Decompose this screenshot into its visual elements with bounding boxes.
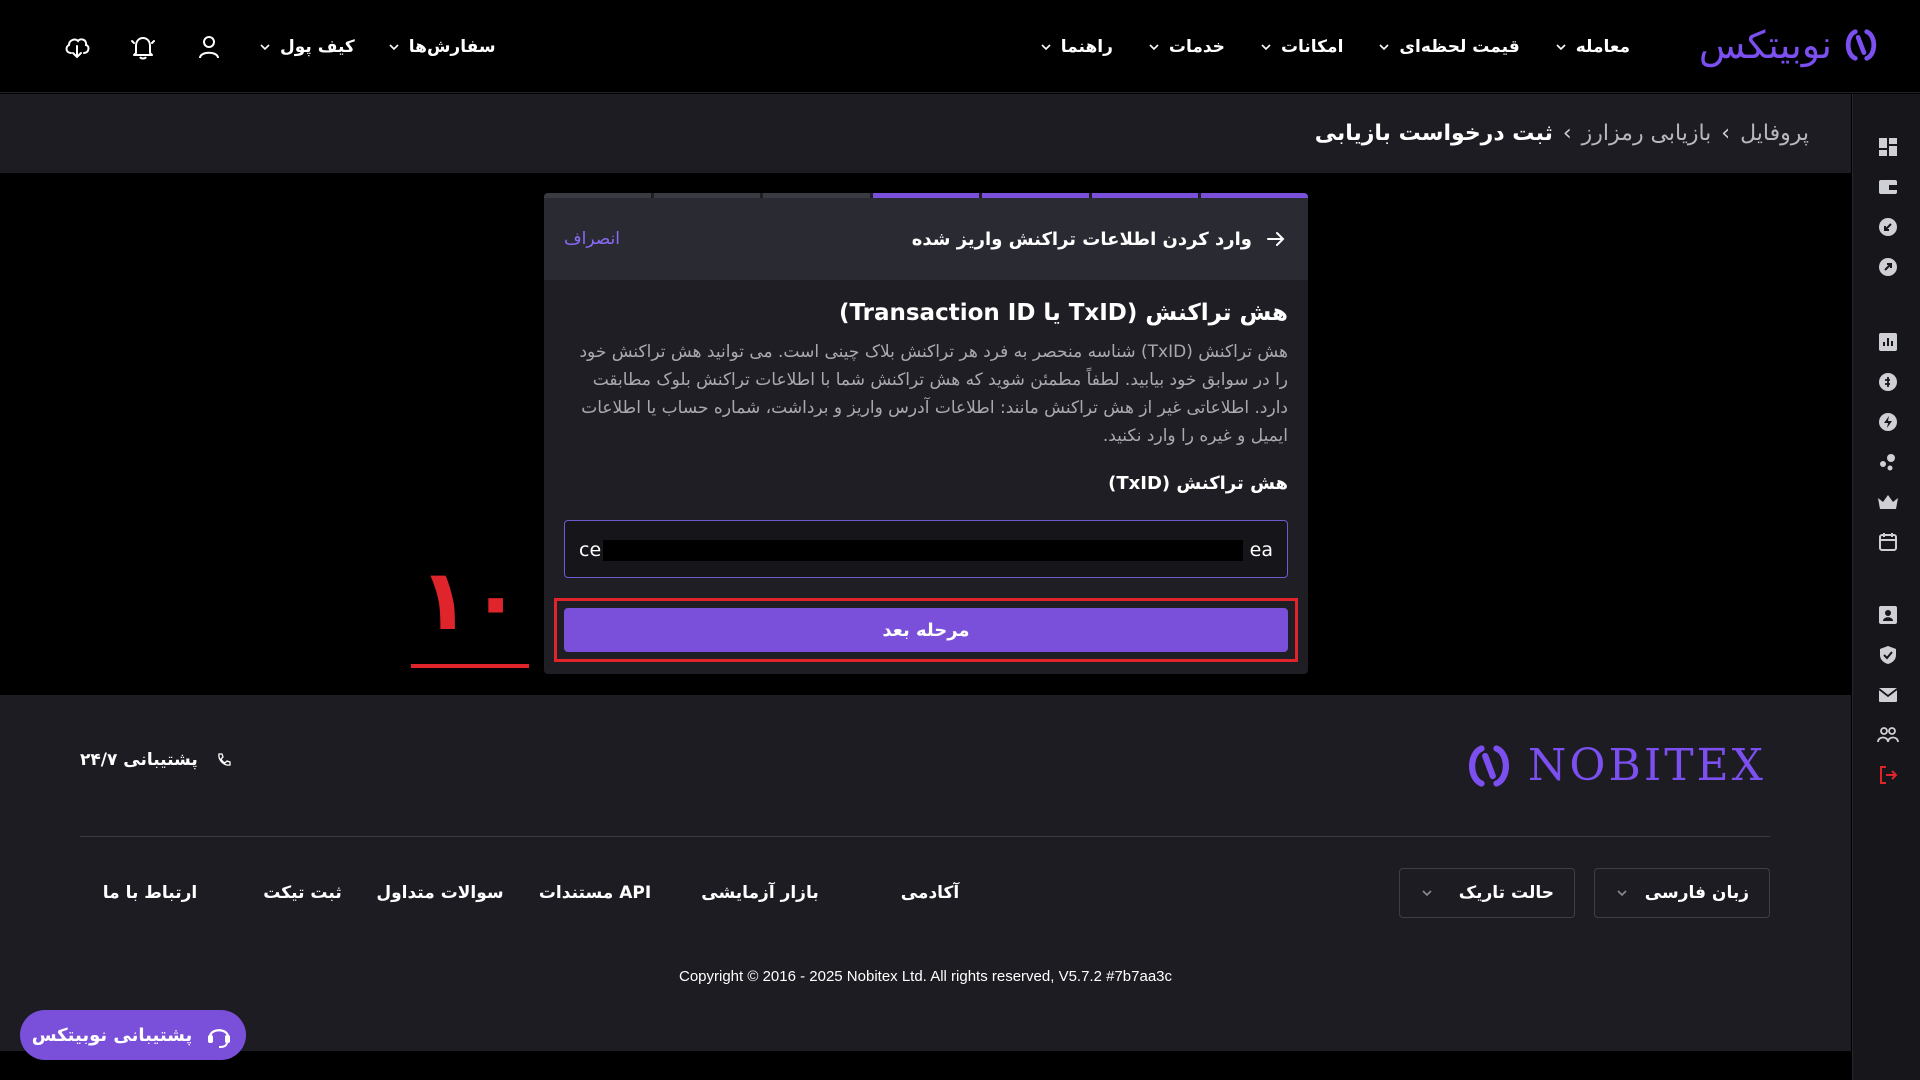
nav-label: معامله xyxy=(1575,36,1630,57)
chart-icon[interactable] xyxy=(1877,331,1899,353)
redacted-value xyxy=(603,540,1243,561)
cloud-download-icon xyxy=(65,37,90,58)
nav-item-wallet[interactable]: کیف پول xyxy=(258,37,355,57)
brand-name: نوبیتکس xyxy=(1698,23,1832,67)
dialog-body: هش تراکنش (TxID یا Transaction ID) هش تر… xyxy=(564,298,1288,496)
share-icon[interactable] xyxy=(1877,451,1899,473)
language-value: زبان فارسی xyxy=(1644,883,1749,903)
input-value-end: ea xyxy=(1249,539,1273,561)
nobitex-logo-icon xyxy=(1468,744,1509,787)
phone-icon xyxy=(218,753,231,766)
breadcrumb-current: ثبت درخواست بازیابی xyxy=(1314,121,1553,146)
language-select[interactable]: زبان فارسی xyxy=(1594,868,1770,918)
chevron-down-icon xyxy=(1379,43,1389,50)
withdraw-icon[interactable] xyxy=(1877,256,1899,278)
top-bar: نوبیتکس معامله قیمت لحظه‌ای امکانات خدما… xyxy=(0,0,1920,93)
side-menu xyxy=(1852,94,1920,1080)
txid-field-label: هش تراکنش (TxID) xyxy=(1108,473,1288,494)
download-app-button[interactable] xyxy=(60,30,94,64)
footer-link-test-market[interactable]: بازار آزمایشی xyxy=(700,878,820,908)
footer-link-academy[interactable]: آکادمی xyxy=(880,878,980,908)
chevron-down-icon xyxy=(1261,43,1271,50)
txid-input[interactable]: ce ea xyxy=(564,520,1288,578)
main-nav: معامله قیمت لحظه‌ای امکانات خدمات راهنما xyxy=(1039,0,1630,93)
nav-label: راهنما xyxy=(1060,36,1113,57)
profile-button[interactable] xyxy=(192,30,226,64)
chevron-left-icon: ‹ xyxy=(1562,121,1572,146)
chevron-down-icon xyxy=(1041,43,1051,50)
calendar-icon[interactable] xyxy=(1877,531,1899,553)
theme-select[interactable]: حالت تاریک xyxy=(1399,868,1575,918)
txid-dialog: وارد کردن اطلاعات تراکنش واریز شده انصرا… xyxy=(544,193,1308,674)
chevron-down-icon xyxy=(1422,890,1432,897)
user-nav: کیف پول سفارش‌ها xyxy=(60,0,496,93)
input-value-start: ce xyxy=(579,539,602,561)
footer-link-ticket[interactable]: ثبت تیکت xyxy=(255,878,350,908)
users-icon[interactable] xyxy=(1877,724,1899,746)
annotation-underline xyxy=(411,664,529,668)
nav-label: خدمات xyxy=(1168,36,1225,57)
coins-icon[interactable] xyxy=(1877,371,1899,393)
wallet-icon[interactable] xyxy=(1877,176,1899,198)
breadcrumb-band: پروفایل ‹ بازیابی رمزارز ‹ ثبت درخواست ب… xyxy=(0,94,1851,173)
arrow-right-icon[interactable] xyxy=(1266,229,1286,249)
support-247[interactable]: پشتیبانی ۲۴/۷ xyxy=(80,750,232,770)
nav-item-help[interactable]: راهنما xyxy=(1039,37,1113,57)
next-step-button[interactable]: مرحله بعد xyxy=(564,608,1288,652)
dashboard-icon[interactable] xyxy=(1877,136,1899,158)
notifications-button[interactable] xyxy=(126,30,160,64)
chevron-down-icon xyxy=(1149,43,1159,50)
deposit-icon[interactable] xyxy=(1877,216,1899,238)
footer-divider xyxy=(80,836,1770,837)
nav-item-services[interactable]: خدمات xyxy=(1147,37,1225,57)
user-icon xyxy=(199,35,219,58)
support-label: پشتیبانی ۲۴/۷ xyxy=(80,750,198,770)
chevron-down-icon xyxy=(1617,890,1627,897)
breadcrumb-item[interactable]: بازیابی رمزارز xyxy=(1582,121,1712,146)
nav-item-features[interactable]: امکانات xyxy=(1259,37,1343,57)
brand[interactable]: نوبیتکس xyxy=(1699,20,1880,70)
shield-icon[interactable] xyxy=(1877,644,1899,666)
description-text: هش تراکنش (TxID) شناسه منحصر به فرد هر ت… xyxy=(579,342,1288,446)
mail-icon[interactable] xyxy=(1877,684,1899,706)
nobitex-logo-icon xyxy=(1845,29,1877,61)
dialog-header: وارد کردن اطلاعات تراکنش واریز شده انصرا… xyxy=(544,198,1308,280)
nav-label: امکانات xyxy=(1280,36,1344,57)
chevron-down-icon xyxy=(260,43,270,50)
footer: NOBITEX پشتیبانی ۲۴/۷ زبان فارسی حالت تا… xyxy=(0,695,1851,1051)
chevron-left-icon: ‹ xyxy=(1721,121,1731,146)
copyright-text: Copyright © 2016 - 2025 Nobitex Ltd. All… xyxy=(678,968,1172,985)
chevron-down-icon xyxy=(389,43,399,50)
footer-brand-name: NOBITEX xyxy=(1527,740,1766,791)
footer-link-contact[interactable]: ارتباط با ما xyxy=(100,878,200,908)
section-heading: هش تراکنش (TxID یا Transaction ID) xyxy=(838,300,1288,326)
support-chat-button[interactable]: پشتیبانی نوبیتکس xyxy=(20,1010,246,1060)
logout-icon[interactable] xyxy=(1877,764,1899,786)
headset-icon xyxy=(208,1029,231,1048)
nav-label: قیمت لحظه‌ای xyxy=(1399,36,1520,57)
nav-label: کیف پول xyxy=(280,36,355,57)
nav-item-trade[interactable]: معامله xyxy=(1554,37,1630,57)
nav-item-orders[interactable]: سفارش‌ها xyxy=(387,37,496,57)
footer-link-faq[interactable]: سوالات متداول xyxy=(375,878,505,908)
chevron-down-icon xyxy=(1556,43,1566,50)
bell-icon xyxy=(131,36,155,59)
nav-item-prices[interactable]: قیمت لحظه‌ای xyxy=(1377,36,1520,57)
dialog-title-text: وارد کردن اطلاعات تراکنش واریز شده xyxy=(911,228,1252,250)
theme-value: حالت تاریک xyxy=(1458,883,1554,903)
dialog-title: وارد کردن اطلاعات تراکنش واریز شده xyxy=(912,198,1286,280)
support-chat-label: پشتیبانی نوبیتکس xyxy=(31,1024,193,1046)
step-annotation: ۱۰ xyxy=(418,551,522,649)
footer-logo: NOBITEX xyxy=(1464,740,1766,791)
lightning-icon[interactable] xyxy=(1877,411,1899,433)
breadcrumb-item[interactable]: پروفایل xyxy=(1740,121,1809,146)
footer-link-api-docs[interactable]: مستندات API xyxy=(535,878,655,908)
nav-label: سفارش‌ها xyxy=(408,36,496,57)
cancel-button[interactable]: انصراف xyxy=(564,198,620,280)
profile-icon[interactable] xyxy=(1877,604,1899,626)
breadcrumb: پروفایل ‹ بازیابی رمزارز ‹ ثبت درخواست ب… xyxy=(1315,94,1809,173)
crown-icon[interactable] xyxy=(1877,491,1899,513)
